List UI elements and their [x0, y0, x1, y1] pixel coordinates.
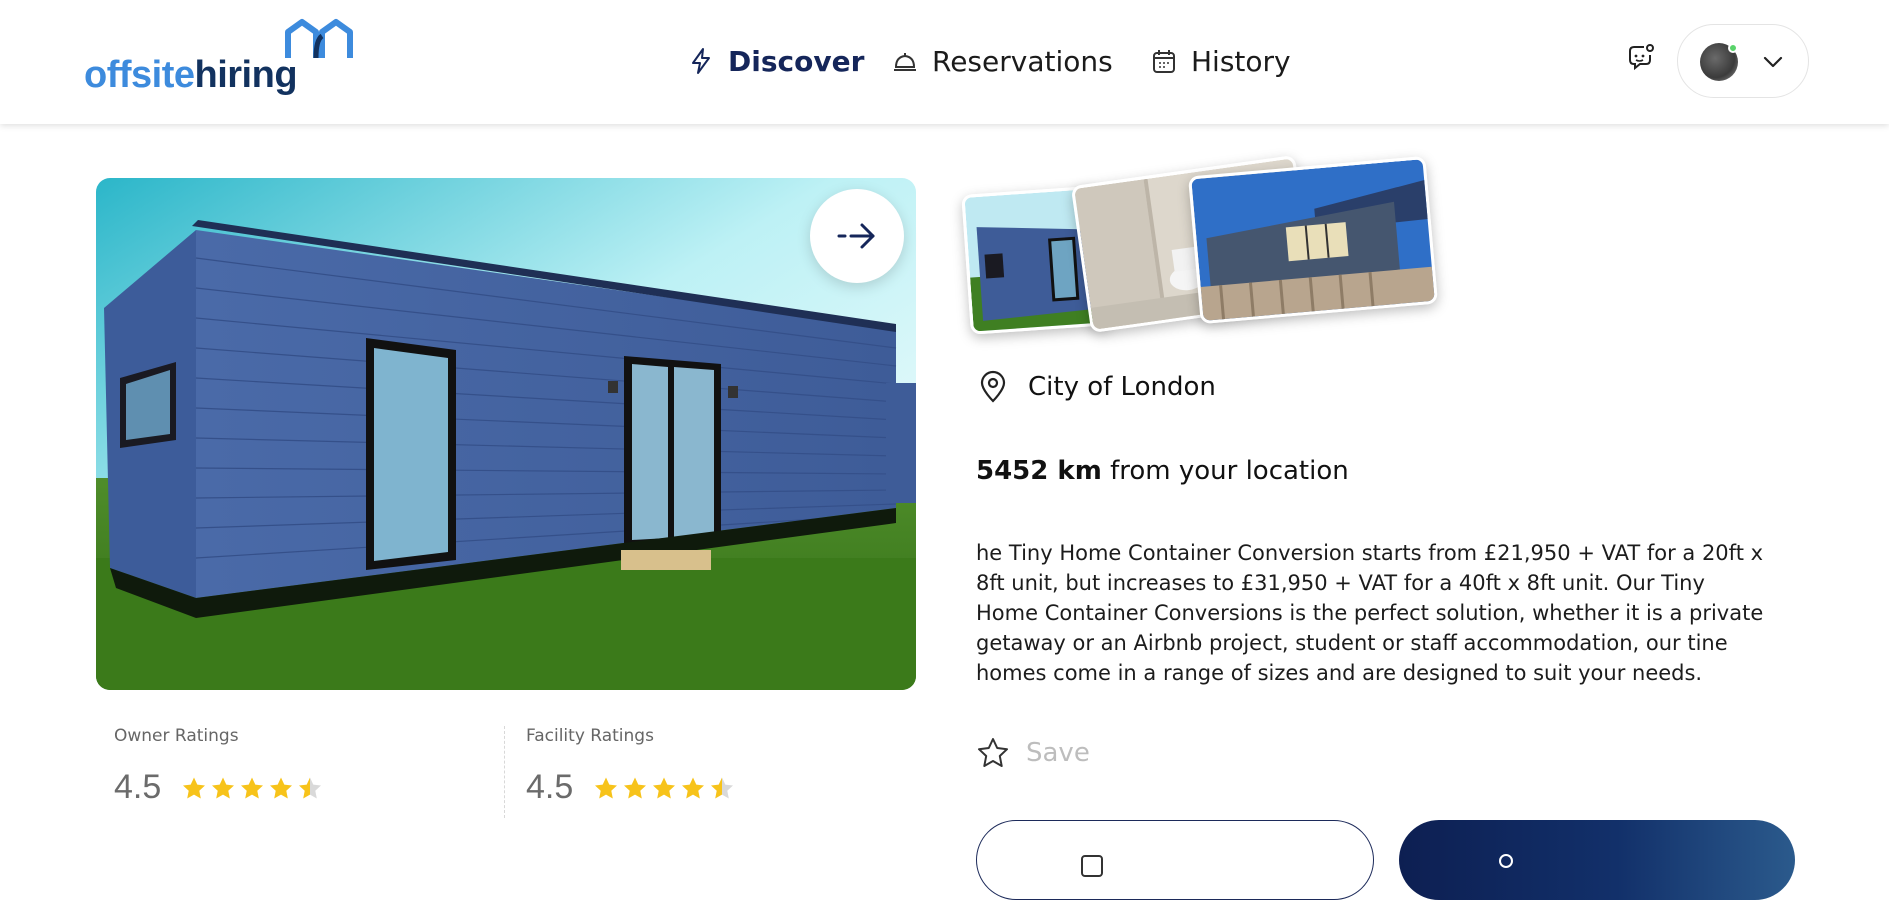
star-outline-icon: [978, 738, 1008, 767]
chat-icon[interactable]: [1626, 42, 1656, 72]
owner-rating-stars: [181, 776, 323, 800]
offsitehiring-logo[interactable]: offsitehiring: [84, 18, 354, 102]
star-icon: [682, 777, 705, 798]
save-label: Save: [1026, 738, 1090, 768]
thumbnail-gallery[interactable]: [961, 154, 1446, 342]
chevron-down-icon: [1763, 56, 1783, 68]
logo-part-hiring: hiring: [194, 54, 298, 96]
profile-menu-button[interactable]: [1677, 24, 1809, 98]
logo-part-offsite: offsite: [84, 54, 195, 96]
owner-ratings: Owner Ratings 4.5: [114, 726, 323, 807]
secondary-action-button[interactable]: [976, 820, 1374, 900]
star-icon: [212, 777, 235, 798]
button-icon: [1499, 854, 1513, 868]
facility-ratings-title: Facility Ratings: [526, 726, 654, 746]
thumbnail-image: [1191, 158, 1438, 325]
star-icon: [270, 777, 293, 798]
ratings-divider: [504, 726, 505, 818]
star-icon: [183, 777, 206, 798]
listing-description: he Tiny Home Container Conversion starts…: [976, 541, 1764, 685]
container-home-photo: [96, 178, 916, 690]
star-icon: [711, 777, 734, 798]
listing-main-image[interactable]: [96, 178, 916, 690]
map-pin-icon: [980, 370, 1006, 403]
star-icon: [653, 777, 676, 798]
nav-discover[interactable]: Discover: [686, 38, 864, 84]
save-button[interactable]: Save: [976, 736, 1090, 770]
owner-ratings-title: Owner Ratings: [114, 726, 239, 746]
arrow-right-icon: [837, 223, 875, 249]
nav-history-label: History: [1191, 44, 1291, 78]
nav-reservations-label: Reservations: [932, 44, 1113, 78]
location-text: City of London: [1028, 372, 1216, 402]
next-image-button[interactable]: [810, 189, 904, 283]
top-navbar: offsitehiring Discover Reservations Hist…: [0, 0, 1889, 124]
distance-info: 5452 km from your location: [976, 456, 1349, 486]
star-icon: [595, 777, 618, 798]
distance-suffix: from your location: [1101, 456, 1349, 486]
nav-history[interactable]: History: [1149, 38, 1291, 84]
thumbnail-exterior-evening[interactable]: [1188, 155, 1438, 325]
bell-icon: [890, 46, 920, 76]
owner-rating-value: 4.5: [114, 768, 162, 806]
star-icon: [624, 777, 647, 798]
nav-discover-label: Discover: [728, 44, 865, 78]
facility-rating-stars: [593, 776, 735, 800]
distance-value: 5452 km: [976, 456, 1102, 486]
facility-ratings: Facility Ratings 4.5: [526, 726, 735, 807]
listing-location: City of London: [978, 370, 1216, 404]
star-icon: [299, 777, 322, 798]
calendar-icon: [1149, 46, 1179, 76]
lightning-icon: [686, 46, 716, 76]
facility-rating-value: 4.5: [526, 768, 574, 806]
nav-reservations[interactable]: Reservations: [890, 38, 1113, 84]
button-icon: [1081, 855, 1103, 877]
primary-action-button[interactable]: [1399, 820, 1795, 900]
star-icon: [241, 777, 264, 798]
online-status-dot: [1728, 43, 1738, 53]
logo-wordmark: offsitehiring: [84, 54, 298, 97]
